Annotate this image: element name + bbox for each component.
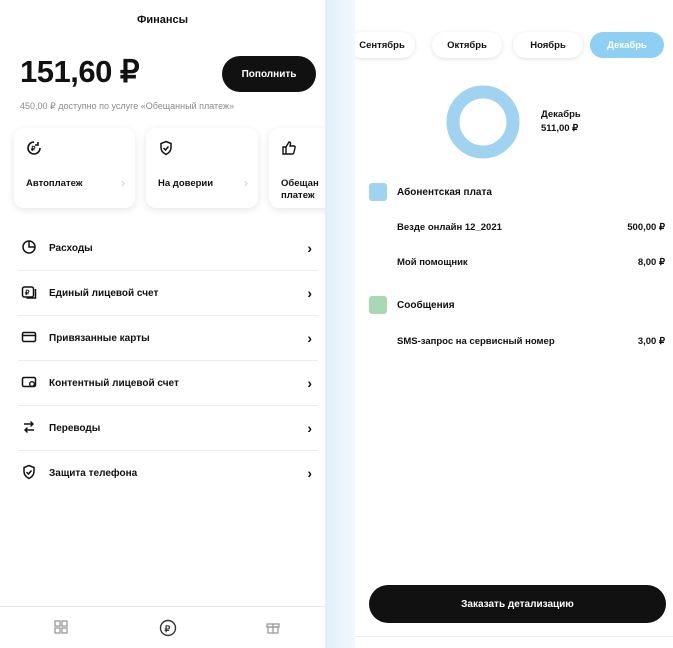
- finance-screen: Финансы 151,60 ₽ Пополнить 450,00 ₽ дост…: [0, 0, 325, 648]
- bottom-divider: [355, 636, 673, 648]
- order-details-button[interactable]: Заказать детализацию: [369, 585, 666, 623]
- svg-text:₽: ₽: [165, 624, 171, 634]
- expense-name: SMS-запрос на сервисный номер: [397, 336, 555, 347]
- menu-item-phone-protection[interactable]: Защита телефона ›: [18, 451, 318, 495]
- shield-icon: [18, 464, 40, 483]
- chevron-right-icon: ›: [307, 330, 312, 346]
- tab-month-october[interactable]: Октябрь: [432, 32, 502, 58]
- shield-check-icon: [158, 140, 174, 159]
- chevron-right-icon: ›: [307, 465, 312, 481]
- svg-text:₽: ₽: [25, 289, 30, 297]
- gift-icon[interactable]: [265, 619, 281, 639]
- chevron-right-icon: ›: [307, 285, 312, 301]
- legend-swatch: [369, 183, 387, 201]
- content-account-icon: [18, 374, 40, 393]
- card-trust[interactable]: На доверии ›: [146, 128, 258, 208]
- section-subscription-fee: Абонентская плата: [369, 183, 492, 201]
- ruble-icon[interactable]: ₽: [159, 619, 177, 641]
- pie-chart-icon: [18, 239, 40, 258]
- menu-item-content-account[interactable]: Контентный лицевой счет ›: [18, 361, 318, 406]
- ruble-account-icon: ₽: [18, 284, 40, 303]
- chevron-right-icon: ›: [307, 420, 312, 436]
- svg-text:₽: ₽: [31, 145, 36, 153]
- balance-amount: 151,60 ₽: [20, 54, 140, 89]
- panel-divider: [325, 0, 355, 648]
- donut-month: Декабрь: [541, 109, 581, 120]
- menu-item-unified-account[interactable]: ₽ Единый лицевой счет ›: [18, 271, 318, 316]
- page-title: Финансы: [136, 14, 189, 26]
- menu-item-label: Контентный лицевой счет: [49, 377, 179, 389]
- thumbs-up-icon: [281, 140, 297, 159]
- expenses-screen: Сентябрь Октябрь Ноябрь Декабрь Декабрь …: [355, 0, 673, 648]
- menu-item-label: Привязанные карты: [49, 332, 150, 344]
- chevron-right-icon: ›: [244, 176, 248, 190]
- menu-item-transfers[interactable]: Переводы ›: [18, 406, 318, 451]
- legend-swatch: [369, 296, 387, 314]
- expense-row: Мой помощник 8,00 ₽: [397, 257, 665, 268]
- bottom-nav: ₽: [0, 606, 325, 648]
- menu-item-expenses[interactable]: Расходы ›: [18, 226, 318, 271]
- chevron-right-icon: ›: [121, 176, 125, 190]
- card-label: Обещан платеж: [281, 178, 319, 201]
- donut-label: Декабрь 511,00 ₽: [541, 108, 581, 136]
- menu-item-label: Переводы: [49, 422, 101, 434]
- card-icon: [18, 329, 40, 348]
- section-messages: Сообщения: [369, 296, 455, 314]
- quick-actions: ₽ Автоплатеж › На доверии › Обещан платеж: [0, 128, 325, 220]
- menu-item-label: Единый лицевой счет: [49, 287, 159, 299]
- card-autopay[interactable]: ₽ Автоплатеж ›: [14, 128, 135, 208]
- month-tabs: Сентябрь Октябрь Ноябрь Декабрь: [355, 32, 673, 60]
- expense-name: Везде онлайн 12_2021: [397, 222, 502, 233]
- menu-item-label: Расходы: [49, 242, 93, 254]
- available-text: 450,00 ₽ доступно по услуге «Обещанный п…: [20, 101, 235, 111]
- transfer-icon: [18, 419, 40, 438]
- expense-amount: 3,00 ₽: [637, 336, 665, 347]
- menu-item-label: Защита телефона: [49, 467, 138, 479]
- card-label: Автоплатеж: [26, 178, 83, 189]
- expenses-donut-chart: [445, 84, 521, 160]
- chevron-right-icon: ›: [307, 240, 312, 256]
- finance-menu: Расходы › ₽ Единый лицевой счет › Привяз…: [18, 226, 318, 495]
- autopay-icon: ₽: [26, 140, 42, 159]
- topup-button[interactable]: Пополнить: [222, 56, 316, 92]
- chevron-right-icon: ›: [307, 375, 312, 391]
- donut-total: 511,00 ₽: [541, 123, 579, 134]
- expense-amount: 500,00 ₽: [627, 222, 665, 233]
- section-title: Сообщения: [397, 299, 455, 311]
- expense-row: Везде онлайн 12_2021 500,00 ₽: [397, 222, 665, 233]
- menu-item-linked-cards[interactable]: Привязанные карты ›: [18, 316, 318, 361]
- tab-month-december[interactable]: Декабрь: [590, 32, 664, 58]
- tab-month-september[interactable]: Сентябрь: [355, 32, 415, 58]
- tab-month-november[interactable]: Ноябрь: [513, 32, 583, 58]
- grid-icon[interactable]: [53, 619, 69, 639]
- expense-amount: 8,00 ₽: [637, 257, 665, 268]
- expense-name: Мой помощник: [397, 257, 468, 268]
- section-title: Абонентская плата: [397, 186, 492, 198]
- card-label: На доверии: [158, 178, 214, 189]
- expense-row: SMS-запрос на сервисный номер 3,00 ₽: [397, 336, 665, 347]
- card-promised-payment[interactable]: Обещан платеж: [269, 128, 325, 208]
